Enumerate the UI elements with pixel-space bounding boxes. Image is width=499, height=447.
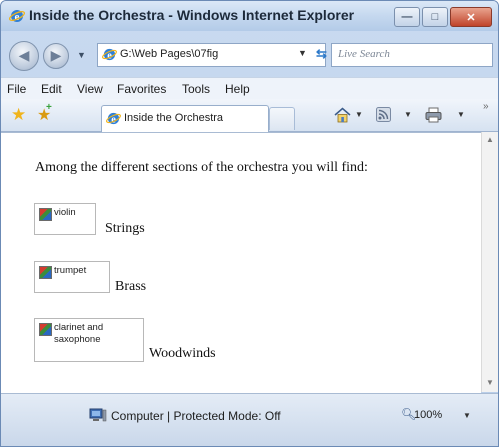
ie-page-icon: e: [102, 48, 117, 61]
address-text[interactable]: G:\Web Pages\07fig: [120, 48, 218, 60]
status-bar: Computer | Protected Mode: Off 🔍︎ 100% ▼: [1, 393, 498, 446]
vertical-scrollbar[interactable]: ▲ ▼: [481, 132, 498, 392]
forward-button[interactable]: ▶: [43, 43, 69, 69]
broken-image-icon: [39, 323, 52, 336]
scroll-up-icon[interactable]: ▲: [486, 135, 494, 144]
status-text: Computer | Protected Mode: Off: [111, 409, 281, 423]
new-tab-button[interactable]: [269, 107, 295, 130]
page-content: Among the different sections of the orch…: [1, 132, 481, 393]
menu-tools[interactable]: Tools: [182, 82, 210, 96]
window-title: Inside the Orchestra - Windows Internet …: [29, 7, 355, 23]
tab-inside-the-orchestra[interactable]: e Inside the Orchestra: [101, 105, 269, 132]
broken-image-icon: [39, 266, 52, 279]
ie-page-icon: e: [106, 112, 121, 125]
close-button[interactable]: ✕: [450, 7, 492, 27]
search-placeholder: Live Search: [338, 48, 390, 60]
menu-favorites[interactable]: Favorites: [117, 82, 166, 96]
image-alt-text: trumpet: [54, 265, 87, 276]
address-row: ◀ ▶ ▼ e G:\Web Pages\07fig ▼ ⇆ ✕ Live Se…: [1, 31, 498, 71]
maximize-button[interactable]: □: [422, 7, 448, 27]
menu-file[interactable]: File: [7, 82, 26, 96]
feeds-dropdown[interactable]: ▼: [404, 110, 412, 119]
feeds-icon[interactable]: [376, 107, 391, 122]
home-dropdown[interactable]: ▼: [355, 110, 363, 119]
ie-logo-icon: e: [9, 10, 25, 23]
address-dropdown[interactable]: ▼: [298, 48, 307, 58]
forward-icon: ▶: [50, 47, 62, 63]
back-icon: ◀: [18, 47, 30, 63]
broken-image-icon: [39, 208, 52, 221]
title-bar: e Inside the Orchestra - Windows Interne…: [1, 1, 498, 31]
section-caption-brass: Brass: [115, 279, 147, 294]
zoom-level[interactable]: 100%: [414, 409, 442, 421]
menu-help[interactable]: Help: [225, 82, 250, 96]
add-favorite-icon[interactable]: ★ +: [37, 102, 52, 125]
back-button[interactable]: ◀: [9, 41, 39, 71]
browser-window: e Inside the Orchestra - Windows Interne…: [0, 0, 499, 447]
favorites-star-icon[interactable]: ★: [11, 105, 26, 125]
menu-edit[interactable]: Edit: [41, 82, 62, 96]
chevron-right-icon[interactable]: »: [483, 101, 489, 112]
minimize-button[interactable]: —: [394, 7, 420, 27]
zoom-dropdown[interactable]: ▼: [463, 411, 471, 420]
address-bar[interactable]: e G:\Web Pages\07fig ▼ ⇆ ✕: [97, 43, 351, 67]
print-icon[interactable]: [425, 107, 442, 123]
intro-text: Among the different sections of the orch…: [35, 160, 368, 175]
violin-image: violin: [34, 203, 96, 235]
recent-pages-dropdown[interactable]: ▼: [77, 50, 86, 60]
clarinet-and-saxophone-image: clarinet and saxophone: [34, 318, 144, 362]
image-alt-text: clarinet and saxophone: [54, 322, 104, 345]
tab-bar: ★ ★ + e Inside the Orchestra ▼ ▼ ▼ »: [1, 99, 498, 132]
home-icon[interactable]: [334, 107, 351, 123]
search-input[interactable]: Live Search: [331, 43, 493, 67]
scroll-down-icon[interactable]: ▼: [486, 378, 494, 387]
section-caption-strings: Strings: [105, 221, 145, 236]
image-alt-text: violin: [54, 207, 76, 218]
trumpet-image: trumpet: [34, 261, 110, 293]
refresh-icon[interactable]: ⇆: [316, 46, 327, 62]
tab-label: Inside the Orchestra: [124, 112, 224, 124]
computer-icon: [89, 408, 107, 422]
menu-view[interactable]: View: [77, 82, 103, 96]
print-dropdown[interactable]: ▼: [457, 110, 465, 119]
section-caption-woodwinds: Woodwinds: [149, 346, 216, 361]
menu-bar: File Edit View Favorites Tools Help: [1, 77, 498, 101]
